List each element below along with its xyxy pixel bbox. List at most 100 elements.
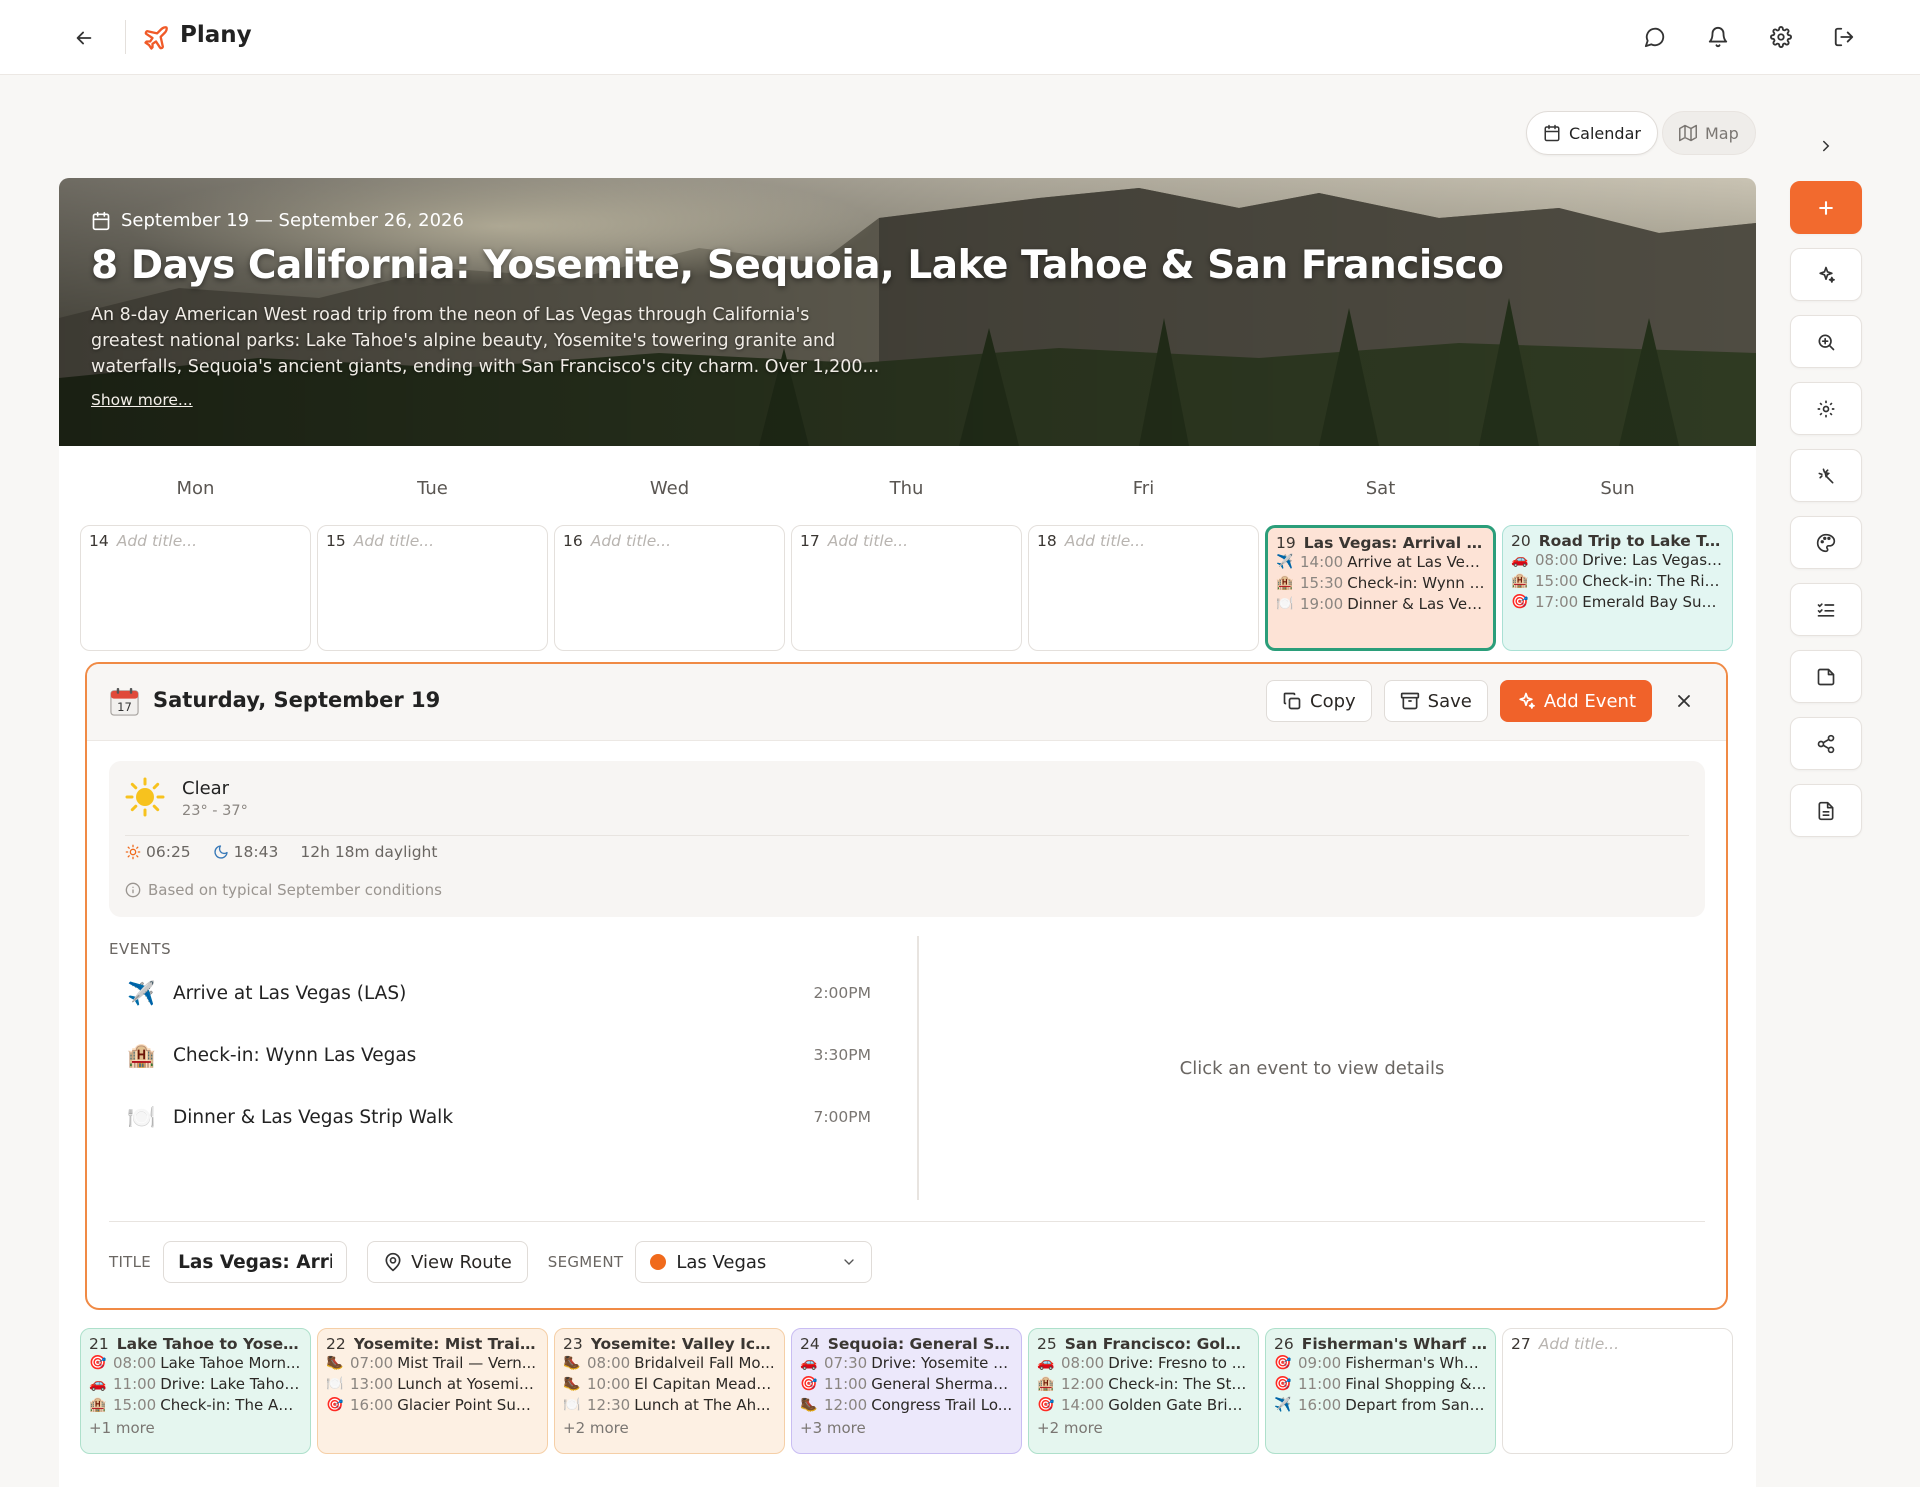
event-time: 3:30PM: [813, 1046, 871, 1064]
day-cell[interactable]: 25 San Francisco: Golde... 🚗 08:00 Drive: Fr…: [1028, 1328, 1259, 1454]
day-event[interactable]: 🥾 10:00 El Capitan Meado...: [563, 1374, 776, 1395]
date-range-text: September 19 — September 26, 2026: [121, 210, 464, 231]
day-cell[interactable]: 23 Yosemite: Valley Icon... 🥾 08:00 Bridalve…: [554, 1328, 785, 1454]
copy-button[interactable]: Copy: [1266, 680, 1372, 722]
more-events-link[interactable]: +2 more: [563, 1419, 776, 1437]
checklist-button[interactable]: [1790, 583, 1862, 636]
day-event[interactable]: 🚗 08:00 Drive: Las Vegas ...: [1511, 550, 1724, 571]
day-event[interactable]: 🚗 11:00 Drive: Lake Tahoe ...: [89, 1374, 302, 1395]
event-type-icon: 🍽️: [563, 1397, 581, 1413]
day-event[interactable]: 🥾 08:00 Bridalveil Fall Mo...: [563, 1353, 776, 1374]
day-header: 22 Yosemite: Mist Trail & ...: [326, 1335, 539, 1353]
day-event[interactable]: 🏨 12:00 Check-in: The St. ...: [1037, 1374, 1250, 1395]
day-event[interactable]: 🥾 12:00 Congress Trail Lo...: [800, 1395, 1013, 1416]
day-cell[interactable]: 18 Add title...: [1028, 525, 1259, 651]
day-event[interactable]: 🎯 11:00 Final Shopping & ...: [1274, 1374, 1487, 1395]
day-cell[interactable]: 14 Add title...: [80, 525, 311, 651]
chevron-right-icon[interactable]: [1812, 132, 1840, 160]
day-event[interactable]: 🎯 08:00 Lake Tahoe Morn...: [89, 1353, 302, 1374]
day-title-input[interactable]: [163, 1241, 348, 1283]
save-button[interactable]: Save: [1383, 680, 1488, 722]
day-event[interactable]: 🎯 11:00 General Sherman ...: [800, 1374, 1013, 1395]
more-events-link[interactable]: +3 more: [800, 1419, 1013, 1437]
day-event[interactable]: 🏨 15:30 Check-in: Wynn L...: [1276, 573, 1485, 594]
map-view-button[interactable]: Map: [1661, 111, 1756, 155]
event-time: 15:00: [1535, 572, 1579, 590]
segment-field-label: SEGMENT: [547, 1253, 624, 1271]
day-event[interactable]: ✈️ 14:00 Arrive at Las Veg...: [1276, 552, 1485, 573]
event-row[interactable]: 🏨 Check-in: Wynn Las Vegas 3:30PM: [109, 1024, 889, 1086]
day-settings-row: TITLE View Route SEGMENT Las Vegas: [109, 1241, 873, 1283]
day-event[interactable]: 🚗 07:30 Drive: Yosemite t...: [800, 1353, 1013, 1374]
day-cell[interactable]: 15 Add title...: [317, 525, 548, 651]
event-type-icon: 🏨: [127, 1042, 156, 1069]
day-event[interactable]: 🎯 17:00 Emerald Bay Suns...: [1511, 592, 1724, 613]
copy-icon: [1283, 692, 1301, 710]
bell-icon[interactable]: [1702, 20, 1734, 54]
day-cell[interactable]: 22 Yosemite: Mist Trail & ... 🥾 07:00Mist T…: [317, 1328, 548, 1454]
day-header: 21 Lake Tahoe to Yosemit...: [89, 1335, 302, 1353]
map-icon: [1678, 124, 1697, 142]
weekday-label: Fri: [1132, 478, 1155, 499]
show-more-link[interactable]: Show more...: [91, 391, 193, 409]
view-route-button[interactable]: View Route: [367, 1241, 528, 1283]
gear-icon[interactable]: [1765, 20, 1797, 54]
logout-icon[interactable]: [1828, 20, 1860, 54]
event-type-icon: 🏨: [1511, 573, 1529, 589]
event-row[interactable]: 🍽️ Dinner & Las Vegas Strip Walk 7:00PM: [109, 1086, 889, 1148]
day-event[interactable]: 🏨 15:00 Check-in: The Rit...: [1511, 571, 1724, 592]
day-event[interactable]: 🍽️ 13:00 Lunch at Yosemit...: [326, 1374, 539, 1395]
day-cell[interactable]: 26 Fisherman's Wharf & ... 🎯 09:00Fisherman…: [1265, 1328, 1496, 1454]
day-header: 26 Fisherman's Wharf & ...: [1274, 1335, 1487, 1353]
settings-button[interactable]: [1790, 382, 1862, 435]
magic-wand-button[interactable]: [1790, 449, 1862, 502]
day-event[interactable]: 🏨 15:00 Check-in: The Ah...: [89, 1395, 302, 1416]
day-cell[interactable]: 16 Add title...: [554, 525, 785, 651]
weekday-label: Sat: [1365, 478, 1396, 499]
add-button[interactable]: [1790, 181, 1862, 234]
day-number: 19: [1276, 534, 1296, 552]
day-event[interactable]: 🍽️ 12:30 Lunch at The Ah...: [563, 1395, 776, 1416]
day-number: 24: [800, 1335, 820, 1353]
weather-divider: [125, 835, 1689, 836]
day-detail-title: Saturday, September 19: [153, 688, 441, 712]
more-events-link[interactable]: +2 more: [1037, 1419, 1250, 1437]
chat-icon[interactable]: [1639, 20, 1671, 54]
event-name: Golden Gate Brid...: [1108, 1396, 1250, 1414]
close-icon[interactable]: [1664, 681, 1704, 721]
day-event[interactable]: 🎯 09:00 Fisherman's Wha...: [1274, 1353, 1487, 1374]
document-button[interactable]: [1790, 784, 1862, 837]
ai-sparkle-button[interactable]: [1790, 248, 1862, 301]
event-row[interactable]: ✈️ Arrive at Las Vegas (LAS) 2:00PM: [109, 962, 889, 1024]
day-cell[interactable]: 20 Road Trip to Lake Tah... 🚗 08:00 Drive: L…: [1502, 525, 1733, 651]
day-event[interactable]: 🎯 16:00 Glacier Point Sun...: [326, 1395, 539, 1416]
theme-button[interactable]: [1790, 516, 1862, 569]
event-time: 12:30: [587, 1396, 631, 1414]
share-button[interactable]: [1790, 717, 1862, 770]
add-event-button[interactable]: Add Event: [1499, 680, 1652, 722]
day-cell[interactable]: 19 Las Vegas: Arrival & T... ✈️ 14:00Arrive…: [1265, 525, 1496, 651]
sunset-time: 18:43: [233, 843, 279, 861]
segment-select[interactable]: Las Vegas: [635, 1241, 873, 1283]
event-name: Dinner & Las Vegas Strip Walk: [173, 1106, 454, 1128]
day-event[interactable]: ✈️ 16:00 Depart from San ...: [1274, 1395, 1487, 1416]
more-events-link[interactable]: +1 more: [89, 1419, 302, 1437]
note-button[interactable]: [1790, 650, 1862, 703]
weekday-label: Sun: [1600, 478, 1635, 499]
day-event[interactable]: 🚗 08:00 Drive: Fresno to ...: [1037, 1353, 1250, 1374]
tool-rail: [1790, 181, 1862, 837]
day-cell[interactable]: 21 Lake Tahoe to Yosemit... 🎯 08:00Lake Tah…: [80, 1328, 311, 1454]
day-cell[interactable]: 17 Add title...: [791, 525, 1022, 651]
day-cell[interactable]: 24 Sequoia: General She... 🚗 07:30 Drive: Yo…: [791, 1328, 1022, 1454]
zoom-button[interactable]: [1790, 315, 1862, 368]
trip-date-range: September 19 — September 26, 2026: [91, 210, 464, 231]
calendar-view-button[interactable]: Calendar: [1526, 111, 1658, 155]
event-time: 15:00: [113, 1396, 157, 1414]
day-event[interactable]: 🍽️ 19:00 Dinner & Las Veg...: [1276, 594, 1485, 615]
event-type-icon: 🚗: [800, 1355, 818, 1371]
day-number: 25: [1037, 1335, 1057, 1353]
day-event[interactable]: 🥾 07:00 Mist Trail — Vern...: [326, 1353, 539, 1374]
day-event[interactable]: 🎯 14:00 Golden Gate Brid...: [1037, 1395, 1250, 1416]
back-arrow-icon[interactable]: [68, 22, 100, 54]
day-cell[interactable]: 27 Add title...: [1502, 1328, 1733, 1454]
